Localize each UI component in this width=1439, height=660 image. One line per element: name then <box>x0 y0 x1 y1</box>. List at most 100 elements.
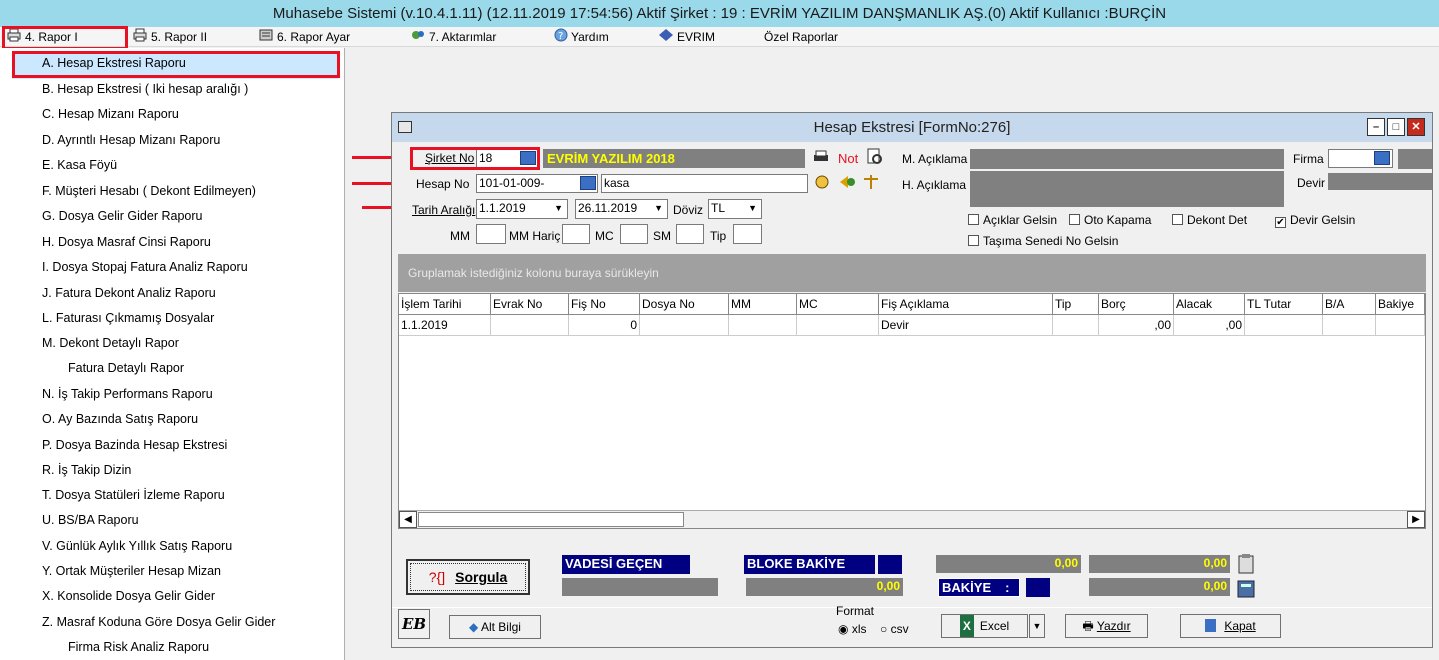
report-item[interactable]: Fatura Detaylı Rapor <box>68 361 184 375</box>
chevron-down-icon[interactable]: ▼ <box>748 200 757 217</box>
app-title: Muhasebe Sistemi (v.10.4.1.11) (12.11.20… <box>272 5 1167 22</box>
report-item[interactable]: E. Kasa Föyü <box>42 158 117 172</box>
column-header[interactable]: Fiş No <box>569 294 640 315</box>
report-item[interactable]: B. Hesap Ekstresi ( Iki hesap aralığı ) <box>42 82 248 96</box>
column-header[interactable]: B/A <box>1323 294 1376 315</box>
column-header[interactable]: Dosya No <box>640 294 729 315</box>
radio-icon[interactable]: ○ <box>880 622 887 636</box>
checkbox-oto-kapama[interactable]: Oto Kapama <box>1069 213 1151 227</box>
group-panel[interactable]: Gruplamak istediğiniz kolonu buraya sürü… <box>398 254 1426 292</box>
column-header[interactable]: Tip <box>1053 294 1099 315</box>
scroll-left-icon[interactable]: ◀ <box>399 511 417 528</box>
report-item[interactable]: X. Konsolide Dosya Gelir Gider <box>42 589 215 603</box>
menu-ozel-raporlar[interactable]: Özel Raporlar <box>764 27 838 47</box>
alt-bilgi-button[interactable]: ◆ Alt Bilgi <box>449 615 541 639</box>
refresh-icon[interactable] <box>813 173 831 194</box>
format-xls-radio[interactable]: ◉ xls <box>838 622 867 636</box>
report-item[interactable]: C. Hesap Mizanı Raporu <box>42 107 179 121</box>
report-item[interactable]: G. Dosya Gelir Gider Raporu <box>42 209 202 223</box>
column-header[interactable]: MM <box>729 294 797 315</box>
clipboard-icon[interactable] <box>1236 553 1256 578</box>
table-row[interactable]: 1.1.2019 0 Devir ,00,00 <box>399 315 1425 336</box>
column-header[interactable]: Fiş Açıklama <box>879 294 1053 315</box>
sm-input[interactable] <box>676 224 704 244</box>
menu-aktarimlar[interactable]: 7. Aktarımlar <box>410 27 496 47</box>
not-label[interactable]: Not <box>838 151 858 166</box>
report-item[interactable]: H. Dosya Masraf Cinsi Raporu <box>42 235 211 249</box>
report-item[interactable]: V. Günlük Aylık Yıllık Satış Raporu <box>42 539 232 553</box>
lookup-icon[interactable] <box>580 176 596 190</box>
m-aciklama-field[interactable] <box>970 149 1284 169</box>
window-icon <box>398 121 412 133</box>
checkbox-box[interactable] <box>968 214 979 225</box>
menu-yardim[interactable]: ? Yardım <box>554 27 609 47</box>
column-header[interactable]: Alacak <box>1174 294 1245 315</box>
report-item[interactable]: J. Fatura Dekont Analiz Raporu <box>42 286 216 300</box>
column-header[interactable]: Evrak No <box>491 294 569 315</box>
table-cell <box>491 315 569 335</box>
printer-icon[interactable] <box>812 149 830 168</box>
report-item[interactable]: T. Dosya Statüleri İzleme Raporu <box>42 488 225 502</box>
menu-evrim[interactable]: EVRIM <box>658 27 715 47</box>
report-item[interactable]: O. Ay Bazında Satış Raporu <box>42 412 198 426</box>
yazdir-button[interactable]: 🖶 Yazdır <box>1065 614 1148 638</box>
menu-rapor-ayar[interactable]: 6. Rapor Ayar <box>258 27 350 47</box>
minimize-button[interactable]: – <box>1367 118 1385 136</box>
checkbox-dekont-det[interactable]: Dekont Det <box>1172 213 1247 227</box>
excel-button[interactable]: X Excel <box>941 614 1028 638</box>
menu-rapor-2[interactable]: 5. Rapor II <box>132 27 207 47</box>
kapat-button[interactable]: Kapat <box>1180 614 1281 638</box>
transfer-icon[interactable] <box>838 173 856 194</box>
checkmark-icon[interactable]: ✔ <box>1275 217 1286 228</box>
logo-button[interactable]: EB <box>398 609 430 639</box>
column-header[interactable]: MC <box>797 294 879 315</box>
h-aciklama-field[interactable] <box>970 171 1284 207</box>
scroll-thumb[interactable] <box>418 512 684 527</box>
checkbox-box[interactable] <box>1172 214 1183 225</box>
report-item[interactable]: Z. Masraf Koduna Göre Dosya Gelir Gider <box>42 615 275 629</box>
checkbox-tasima-senedi[interactable]: Taşıma Senedi No Gelsin <box>968 234 1118 248</box>
report-item[interactable]: M. Dekont Detaylı Rapor <box>42 336 179 350</box>
mm-haric-input[interactable] <box>562 224 590 244</box>
sorgula-button[interactable]: ?{] Sorgula <box>406 559 530 595</box>
checkbox-box[interactable] <box>1069 214 1080 225</box>
report-item[interactable]: Y. Ortak Müşteriler Hesap Mizan <box>42 564 221 578</box>
report-item[interactable]: U. BS/BA Raporu <box>42 513 139 527</box>
date-to-input[interactable]: 26.11.2019 ▼ <box>575 199 668 219</box>
report-item[interactable]: L. Faturası Çıkmamış Dosyalar <box>42 311 214 325</box>
chevron-down-icon[interactable]: ▼ <box>554 200 563 217</box>
radio-selected-icon[interactable]: ◉ <box>838 622 848 636</box>
date-from-input[interactable]: 1.1.2019 ▼ <box>476 199 568 219</box>
chevron-down-icon[interactable]: ▼ <box>654 200 663 217</box>
doviz-select[interactable]: TL ▼ <box>708 199 762 219</box>
column-header[interactable]: Borç <box>1099 294 1174 315</box>
maximize-button[interactable]: □ <box>1387 118 1405 136</box>
checkbox-box[interactable] <box>968 235 979 246</box>
close-button[interactable]: ✕ <box>1407 118 1425 136</box>
report-item[interactable]: R. İş Takip Dizin <box>42 463 131 477</box>
report-item[interactable]: Firma Risk Analiz Raporu <box>68 640 209 654</box>
report-item[interactable]: D. Ayrıntlı Hesap Mizanı Raporu <box>42 133 220 147</box>
report-item[interactable]: P. Dosya Bazinda Hesap Ekstresi <box>42 438 227 452</box>
mc-input[interactable] <box>620 224 648 244</box>
excel-dropdown-icon[interactable]: ▼ <box>1029 614 1045 638</box>
checkbox-devir-gelsin[interactable]: ✔ Devir Gelsin <box>1275 213 1355 228</box>
format-csv-radio[interactable]: ○ csv <box>880 622 909 636</box>
report-item[interactable]: A. Hesap Ekstresi Raporu <box>42 56 186 70</box>
report-item[interactable]: F. Müşteri Hesabı ( Dekont Edilmeyen) <box>42 184 256 198</box>
horizontal-scrollbar[interactable]: ◀ ▶ <box>399 510 1425 528</box>
calculator-icon[interactable] <box>1236 579 1256 602</box>
report-item[interactable]: N. İş Takip Performans Raporu <box>42 387 213 401</box>
balance-icon[interactable] <box>862 173 880 194</box>
checkbox-aciklar-gelsin[interactable]: Açıklar Gelsin <box>968 213 1057 227</box>
preview-icon[interactable] <box>866 148 884 169</box>
scroll-right-icon[interactable]: ▶ <box>1407 511 1425 528</box>
tip-input[interactable] <box>733 224 762 244</box>
column-header[interactable]: İşlem Tarihi <box>399 294 491 315</box>
hesap-name-input[interactable]: kasa <box>601 174 808 193</box>
mm-input[interactable] <box>476 224 506 244</box>
column-header[interactable]: Bakiye <box>1376 294 1425 315</box>
report-item[interactable]: I. Dosya Stopaj Fatura Analiz Raporu <box>42 260 248 274</box>
column-header[interactable]: TL Tutar <box>1245 294 1323 315</box>
lookup-icon[interactable] <box>1374 151 1390 165</box>
